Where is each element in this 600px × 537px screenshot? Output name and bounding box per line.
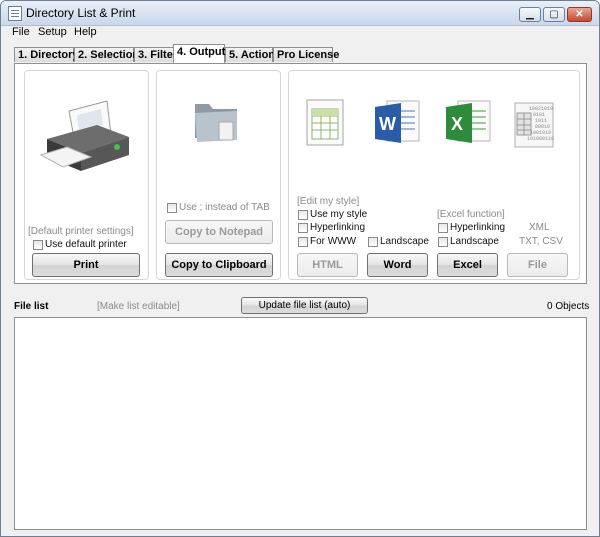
for-www-checkbox[interactable] [298,237,308,247]
title-bar[interactable]: Directory List & Print ▁ ▢ ✕ [1,1,599,26]
use-semicolon-checkbox[interactable] [167,203,177,213]
file-list-pane[interactable] [14,317,587,530]
file-list-label: File list [14,301,49,312]
xml-label: XML [529,222,550,233]
svg-text:X: X [451,114,463,134]
print-button[interactable]: Print [32,253,140,277]
excel-button[interactable]: Excel [437,253,498,277]
tab-action[interactable]: 5. Action [225,47,275,62]
window-title: Directory List & Print [26,6,136,20]
word-button[interactable]: Word [367,253,428,277]
html-button[interactable]: HTML [297,253,358,277]
landscape-checkbox[interactable] [368,237,378,247]
tab-directory[interactable]: 1. Directory [14,47,79,62]
svg-text:101000110: 101000110 [527,136,554,142]
for-www-label: For WWW [310,236,357,247]
make-list-editable-link[interactable]: [Make list editable] [97,301,180,312]
minimize-icon[interactable]: ▁ [519,7,541,22]
excel-icon: X [446,100,491,143]
folder-icon [195,104,237,142]
svg-text:W: W [379,114,396,134]
excel-function-link[interactable]: [Excel function] [437,209,505,220]
tab-selection[interactable]: 2. Selection [74,47,139,62]
menu-bar: File Setup Help [1,26,599,40]
copy-to-notepad-button[interactable]: Copy to Notepad [165,220,273,244]
tab-output[interactable]: 4. Output [173,44,225,63]
hyperlinking-checkbox[interactable] [298,223,308,233]
app-list-icon [8,6,22,21]
word-icon: W [375,100,420,143]
use-default-printer-label: Use default printer [45,239,127,250]
printer-icon [39,100,129,171]
excel-hyperlinking-checkbox[interactable] [438,223,448,233]
object-count: 0 Objects [547,301,590,312]
default-printer-settings-link[interactable]: [Default printer settings] [28,226,134,237]
menu-file[interactable]: File [12,26,30,38]
tab-pro-license[interactable]: Pro License [273,47,339,62]
use-my-style-checkbox[interactable] [298,210,308,220]
file-button[interactable]: File [507,253,568,277]
main-window: Directory List & Print ▁ ▢ ✕ File Setup … [0,0,600,537]
excel-landscape-label: Landscape [450,236,499,247]
edit-my-style-link[interactable]: [Edit my style] [297,196,359,207]
hyperlinking-label: Hyperlinking [310,222,366,233]
output-tab-panel: [Default printer settings] Use default p… [14,63,587,284]
maximize-icon[interactable]: ▢ [543,7,565,22]
clipboard-group: Use ; instead of TAB Copy to Notepad Cop… [156,70,281,280]
landscape-label: Landscape [380,236,429,247]
menu-help[interactable]: Help [74,26,97,38]
close-icon[interactable]: ✕ [567,7,592,22]
excel-hyperlinking-label: Hyperlinking [450,222,506,233]
tab-filter[interactable]: 3. Filter [134,47,177,62]
binary-file-icon: 10021010 0101 1011 00010 01001010 101000… [514,102,554,148]
printer-group: [Default printer settings] Use default p… [24,70,149,280]
menu-setup[interactable]: Setup [38,26,67,38]
export-group: W X 10021010 0101 1011 00010 01001010 10… [288,70,580,280]
update-file-list-button[interactable]: Update file list (auto) [241,297,368,314]
use-semicolon-label: Use ; instead of TAB [179,202,270,213]
copy-to-clipboard-button[interactable]: Copy to Clipboard [165,253,273,277]
txt-csv-label: TXT, CSV [519,236,563,247]
use-default-printer-checkbox[interactable] [33,240,43,250]
use-my-style-label: Use my style [310,209,368,220]
spreadsheet-html-icon [306,99,344,146]
excel-landscape-checkbox[interactable] [438,237,448,247]
